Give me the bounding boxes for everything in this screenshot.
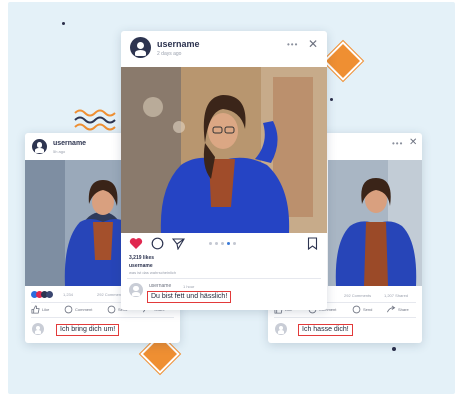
- wave-decoration: [74, 109, 116, 131]
- photo-woman-blue-jacket: [121, 67, 327, 233]
- carousel-dot: [215, 242, 218, 245]
- reactions-count: 1,234: [63, 292, 74, 297]
- commenter-avatar: [275, 323, 287, 335]
- highlighted-comment: Du bist fett und hässlich!: [147, 291, 232, 303]
- center-post-photo: [121, 67, 327, 233]
- comment-button[interactable]: Comment: [75, 307, 92, 312]
- share-button[interactable]: Share: [398, 307, 409, 312]
- avatar: [130, 37, 151, 58]
- comment-icon[interactable]: [64, 305, 73, 314]
- heart-icon[interactable]: [129, 237, 143, 250]
- photo-woman-blue-jacket: [328, 160, 422, 286]
- avatar: [32, 139, 47, 154]
- decor-dot: [330, 98, 333, 101]
- like-icon[interactable]: [31, 305, 40, 314]
- left-username: username: [53, 140, 87, 147]
- commenter-avatar: [129, 283, 143, 297]
- decor-dot: [392, 347, 396, 351]
- carousel-dot: [209, 242, 212, 245]
- highlighted-comment: Ich hasse dich!: [298, 324, 353, 336]
- send-icon[interactable]: [172, 237, 185, 250]
- center-username: username: [157, 39, 200, 49]
- carousel-dot-active: [227, 242, 230, 245]
- send-icon[interactable]: [107, 305, 116, 314]
- comment-time: 1 hour: [183, 284, 195, 289]
- send-icon[interactable]: [352, 305, 361, 314]
- more-icon[interactable]: •••: [287, 40, 298, 49]
- share-icon[interactable]: [386, 305, 396, 314]
- comments-count: 292 Comments: [344, 293, 372, 298]
- more-icon[interactable]: •••: [392, 139, 403, 148]
- send-button[interactable]: Send: [363, 307, 372, 312]
- caption-text: was ist das wahrscheinlich: [129, 270, 177, 275]
- shares-count: 1,207 Shared: [384, 293, 409, 298]
- commenter-avatar: [32, 323, 44, 335]
- commenter-name: username: [149, 283, 172, 289]
- wow-reaction-icon: [46, 291, 53, 298]
- carousel-indicator: [209, 242, 239, 246]
- carousel-dot: [233, 242, 236, 245]
- highlighted-comment: Ich bring dich um!: [56, 324, 120, 336]
- caption-username: username: [129, 263, 153, 269]
- bookmark-icon[interactable]: [307, 237, 318, 250]
- decor-dot: [62, 22, 65, 25]
- close-icon[interactable]: ✕: [409, 137, 417, 148]
- like-button[interactable]: Like: [42, 307, 49, 312]
- divider: [274, 317, 416, 318]
- reaction-icons: [31, 291, 61, 299]
- divider: [127, 278, 321, 279]
- right-post-photo: [328, 160, 422, 286]
- center-post-card: username 2 days ago ••• ✕ 3,219 likes us…: [121, 31, 327, 310]
- carousel-dot: [221, 242, 224, 245]
- close-icon[interactable]: ✕: [308, 37, 318, 51]
- left-time: 5h ago: [53, 149, 66, 154]
- center-time: 2 days ago: [157, 51, 182, 57]
- likes-count: 3,219 likes: [129, 255, 155, 261]
- illustration: username 5h ago 1,234 292 Comments Like …: [0, 0, 457, 403]
- divider: [31, 317, 174, 318]
- comment-icon[interactable]: [151, 237, 164, 250]
